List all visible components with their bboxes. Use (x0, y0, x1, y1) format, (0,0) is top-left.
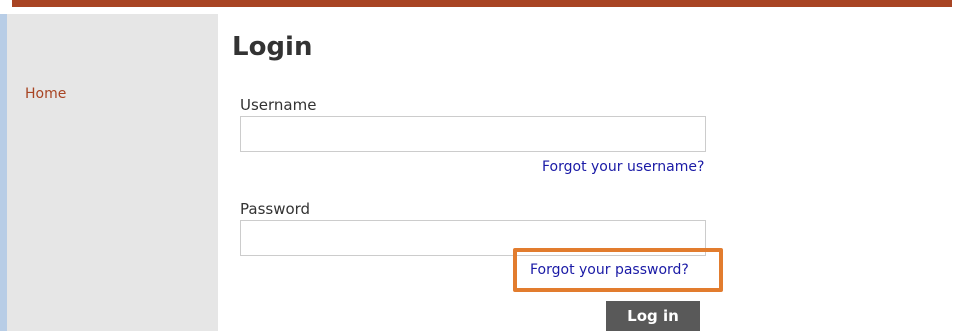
password-label: Password (240, 200, 311, 218)
username-label: Username (240, 96, 317, 114)
sidebar: Home (7, 14, 218, 331)
left-edge-stripe (0, 14, 7, 331)
top-accent-bar (12, 0, 952, 7)
login-button[interactable]: Log in (606, 301, 700, 331)
forgot-username-link[interactable]: Forgot your username? (542, 159, 704, 175)
page-title: Login (232, 32, 313, 62)
username-input[interactable] (240, 116, 706, 152)
forgot-password-link[interactable]: Forgot your password? (530, 262, 689, 278)
sidebar-item-home[interactable]: Home (25, 86, 66, 102)
